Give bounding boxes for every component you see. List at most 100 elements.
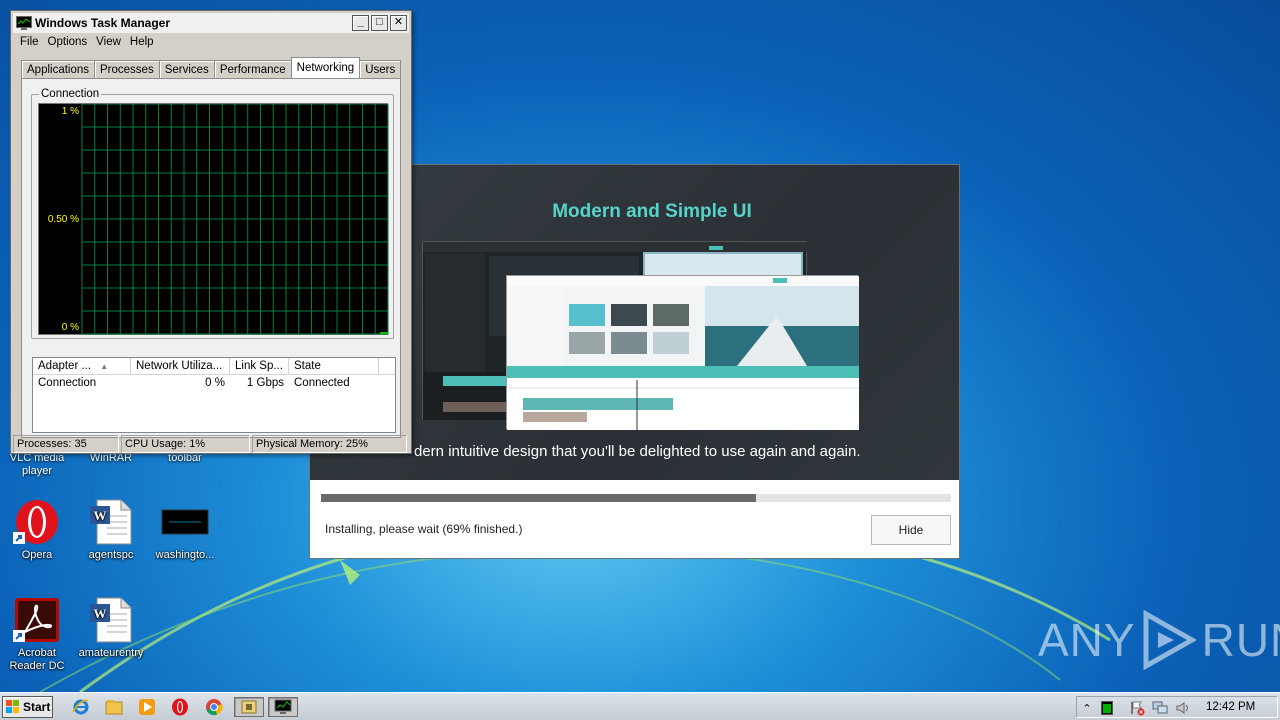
- word-document-icon: W: [90, 499, 132, 545]
- taskbar-clock[interactable]: 12:42 PM: [1206, 701, 1255, 713]
- task-manager-tabs: Applications Processes Services Performa…: [21, 57, 402, 79]
- chrome-icon: [206, 699, 223, 716]
- column-adapter[interactable]: Adapter ... ▲: [33, 358, 131, 374]
- sort-up-icon: ▲: [100, 362, 109, 371]
- menu-view[interactable]: View: [95, 36, 129, 48]
- opera-icon: [172, 698, 188, 716]
- task-manager-titlebar[interactable]: Windows Task Manager _ □ ✕: [13, 13, 409, 33]
- play-logo-icon: [1143, 610, 1196, 670]
- connection-group-label: Connection: [39, 88, 102, 100]
- desktop-icon-label: agentspc: [88, 549, 134, 561]
- graph-y-bottom-label: 0 %: [61, 322, 79, 333]
- menu-options[interactable]: Options: [47, 36, 96, 48]
- installer-icon: [241, 700, 257, 714]
- graph-y-top-label: 1 %: [61, 106, 79, 117]
- volume-icon[interactable]: [1175, 700, 1191, 716]
- acrobat-icon: [13, 598, 59, 642]
- system-tray: ⌃ 12:42 PM: [1076, 696, 1278, 718]
- tab-performance[interactable]: Performance: [213, 60, 292, 79]
- show-hidden-icons[interactable]: ⌃: [1079, 700, 1095, 716]
- cell-utilization: 0 %: [205, 377, 225, 389]
- adapter-list[interactable]: Adapter ... ▲ Network Utiliza... Link Sp…: [32, 357, 396, 433]
- cpu-meter-icon: [1101, 701, 1113, 715]
- network-icon[interactable]: [1152, 700, 1168, 716]
- desktop-icon-label: amateurentry: [78, 647, 144, 659]
- cell-adapter: Connection: [38, 377, 97, 389]
- taskbar-task-manager[interactable]: [268, 697, 298, 717]
- tab-applications[interactable]: Applications: [21, 60, 96, 79]
- install-progress-bar: [321, 494, 951, 502]
- screenshot-preview-front: [506, 275, 859, 430]
- networking-pane: 1 % 0.50 % 0 % Connection Adapter ... ▲ …: [21, 78, 401, 438]
- tab-networking[interactable]: Networking: [290, 57, 361, 78]
- svg-text:W: W: [94, 606, 107, 621]
- taskbar: Start ⌃ 12:42 PM: [0, 692, 1280, 720]
- tab-users[interactable]: Users: [359, 60, 402, 79]
- cell-link-speed: 1 Gbps: [246, 377, 284, 389]
- ie-icon: [72, 699, 89, 715]
- tab-services[interactable]: Services: [158, 60, 215, 79]
- desktop-icon-acrobat[interactable]: Acrobat Reader DC: [0, 596, 74, 673]
- desktop-icon-amateurentry[interactable]: W amateurentry: [74, 596, 148, 659]
- flag-warning-icon: [1131, 701, 1145, 716]
- svg-text:W: W: [94, 508, 107, 523]
- close-button[interactable]: ✕: [390, 15, 407, 31]
- desktop-icon-label: washingto...: [155, 549, 215, 561]
- task-manager-app-icon: [16, 16, 32, 30]
- menu-help[interactable]: Help: [129, 36, 162, 48]
- watermark-text-left: ANY: [1038, 614, 1136, 666]
- graph-y-mid-label: 0.50 %: [47, 214, 79, 225]
- taskbar-explorer[interactable]: [103, 697, 125, 717]
- action-center-icon[interactable]: [1129, 700, 1145, 716]
- network-utilization-chart: [81, 104, 389, 335]
- desktop-label-vlc[interactable]: VLC media player: [0, 452, 74, 478]
- media-player-icon: [139, 699, 155, 715]
- column-utilization[interactable]: Network Utiliza...: [131, 358, 230, 374]
- desktop-icon-label: Opera: [21, 549, 53, 561]
- hide-button[interactable]: Hide: [871, 515, 951, 545]
- menu-file[interactable]: File: [19, 36, 47, 48]
- task-manager-icon: [274, 699, 292, 714]
- cell-state: Connected: [294, 377, 350, 389]
- task-manager-tray-icon[interactable]: [1099, 700, 1115, 716]
- desktop-icon-label: Acrobat Reader DC: [9, 647, 65, 672]
- install-progress-fill: [321, 494, 756, 502]
- task-manager-window: Windows Task Manager _ □ ✕ File Options …: [10, 10, 412, 454]
- black-image-icon: [161, 509, 209, 535]
- start-label: Start: [23, 700, 51, 714]
- installer-progress-area: Installing, please wait (69% finished.) …: [310, 480, 959, 558]
- status-cpu: CPU Usage: 1%: [121, 435, 250, 453]
- connection-group: 1 % 0.50 % 0 %: [31, 94, 394, 339]
- column-link-speed[interactable]: Link Sp...: [230, 358, 289, 374]
- taskbar-media-player[interactable]: [136, 697, 158, 717]
- taskbar-opera[interactable]: [169, 697, 191, 717]
- desktop-icon-agentspc[interactable]: W agentspc: [74, 498, 148, 561]
- taskbar-ie[interactable]: [70, 697, 92, 717]
- install-status-text: Installing, please wait (69% finished.): [325, 522, 523, 536]
- table-row[interactable]: Connection 0 % 1 Gbps Connected: [33, 375, 395, 392]
- adapter-list-header: Adapter ... ▲ Network Utiliza... Link Sp…: [33, 358, 395, 375]
- installer-subtitle: dern intuitive design that you'll be del…: [414, 443, 861, 460]
- maximize-button[interactable]: □: [371, 15, 388, 31]
- taskbar-chrome[interactable]: [203, 697, 225, 717]
- taskbar-installer[interactable]: [234, 697, 264, 717]
- start-button[interactable]: Start: [2, 696, 53, 718]
- desktop-icon-opera[interactable]: Opera: [0, 498, 74, 561]
- status-memory: Physical Memory: 25%: [252, 435, 407, 453]
- minimize-button[interactable]: _: [352, 15, 369, 31]
- opera-icon: [13, 500, 58, 544]
- anyrun-watermark: ANY RUN: [1038, 608, 1280, 672]
- tab-processes[interactable]: Processes: [94, 60, 160, 79]
- windows-flag-icon: [6, 700, 19, 713]
- status-processes: Processes: 35: [13, 435, 119, 453]
- column-state[interactable]: State: [289, 358, 379, 374]
- editor-screenshot-front: [507, 276, 859, 430]
- network-monitor-icon: [1152, 701, 1168, 714]
- speaker-icon: [1176, 702, 1188, 714]
- task-manager-statusbar: Processes: 35 CPU Usage: 1% Physical Mem…: [13, 435, 409, 453]
- task-manager-menubar: File Options View Help: [19, 36, 162, 48]
- explorer-icon: [105, 700, 123, 715]
- task-manager-title: Windows Task Manager: [35, 16, 171, 30]
- network-graph: 1 % 0.50 % 0 %: [38, 103, 389, 335]
- desktop-icon-washington[interactable]: washingto...: [148, 498, 222, 561]
